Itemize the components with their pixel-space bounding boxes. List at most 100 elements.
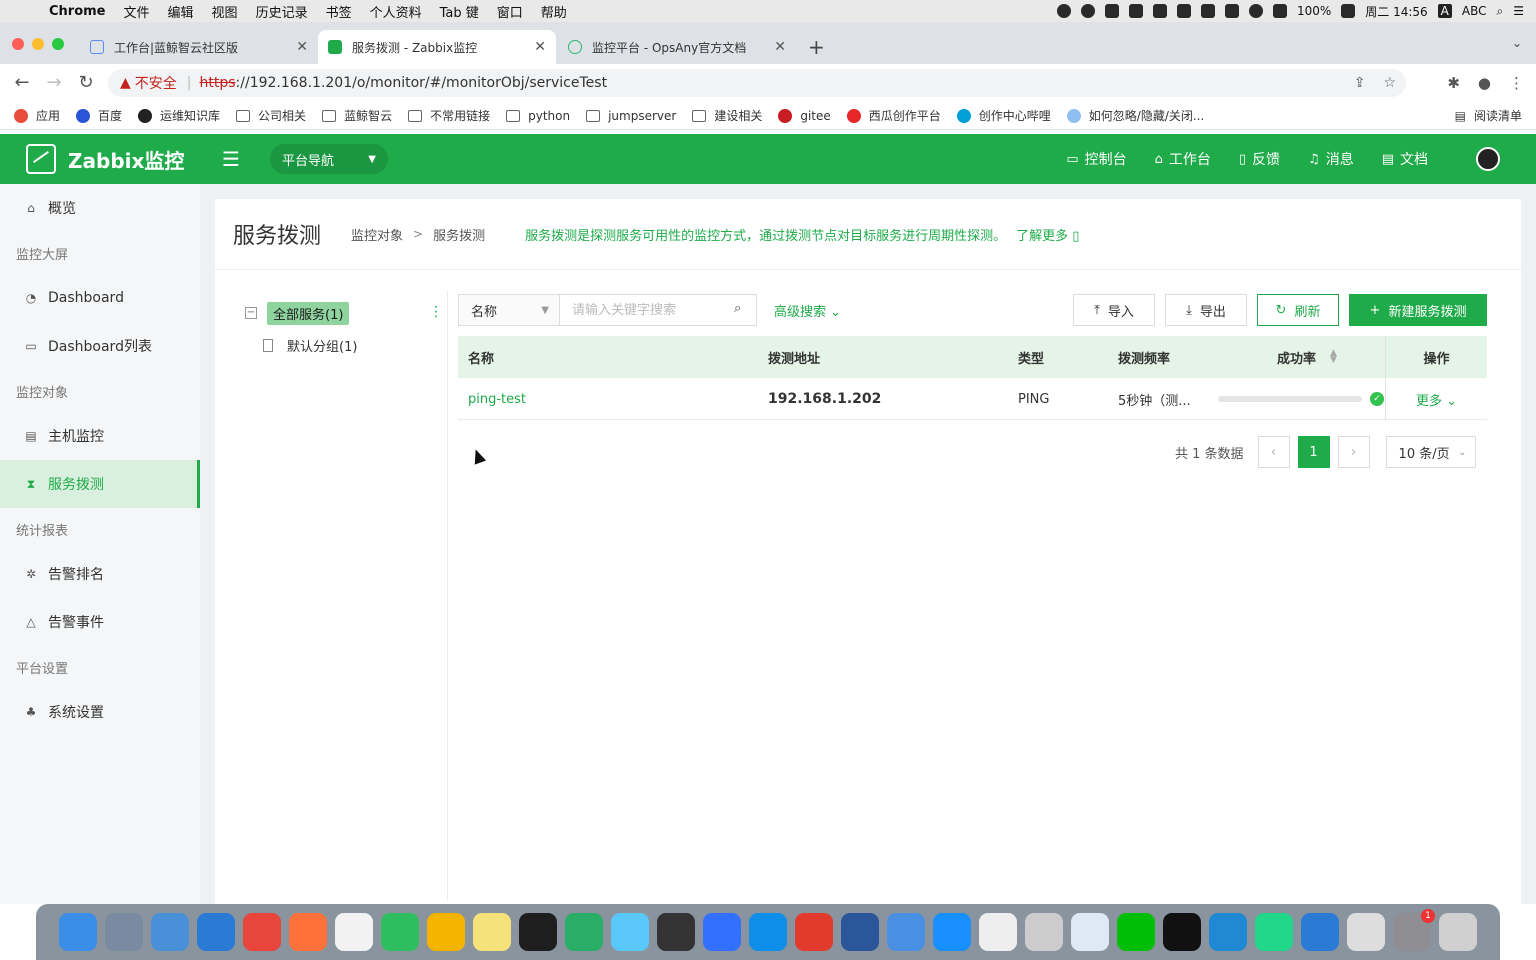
terminal-icon[interactable] (1163, 913, 1201, 951)
snail-icon[interactable] (1025, 913, 1063, 951)
finder-icon[interactable] (59, 913, 97, 951)
sidebar-item[interactable]: ▤ 主机监控 (0, 412, 200, 460)
create-service-test-button[interactable]: + 新建服务拨测 (1349, 294, 1487, 326)
screen-tray-icon[interactable] (1176, 4, 1191, 18)
volume-icon[interactable] (1272, 4, 1287, 18)
bookmark-item[interactable]: 蓝鲸智云 (322, 107, 392, 124)
extensions-icon[interactable]: ✱ (1447, 74, 1460, 92)
pages-icon[interactable] (1347, 913, 1385, 951)
menu-item-tab[interactable]: Tab 键 (431, 2, 488, 21)
bluetooth-icon[interactable] (1224, 4, 1239, 18)
sidebar-item[interactable]: ⧗ 服务拨测 (0, 460, 200, 508)
textedit-icon[interactable] (979, 913, 1017, 951)
reload-button[interactable]: ↻ (70, 72, 102, 93)
app-logo[interactable]: Zabbix监控 (0, 144, 200, 174)
tree-more-icon[interactable]: ⋮ (429, 304, 443, 320)
next-page-button[interactable]: › (1337, 436, 1370, 468)
sidebar-item[interactable]: △ 告警事件 (0, 598, 200, 646)
input-method-letter[interactable]: A (1437, 4, 1452, 18)
spotlight-search-icon[interactable]: ⌕ (1497, 4, 1504, 19)
reading-list-button[interactable]: ▤ 阅读清单 (1455, 107, 1522, 124)
baidu-disk-icon[interactable] (1071, 913, 1109, 951)
header-link-docs[interactable]: ▤ 文档 (1382, 149, 1428, 169)
menu-item-edit[interactable]: 编辑 (159, 2, 203, 21)
bookmark-item[interactable]: 西瓜创作平台 (846, 107, 941, 124)
tab-search-icon[interactable]: ⌄ (1512, 36, 1522, 50)
share-icon[interactable]: ⇪ (1354, 75, 1366, 91)
bookmark-item[interactable]: 不常用链接 (408, 107, 490, 124)
warning-icon[interactable]: ▲ (120, 75, 131, 91)
sidebar-item[interactable]: ◔ Dashboard (0, 274, 200, 322)
collapse-icon[interactable]: − (245, 307, 257, 319)
word-icon[interactable] (841, 913, 879, 951)
browser-tab-3[interactable]: 监控平台 - OpsAny官方文档 ✕ (558, 30, 796, 64)
learn-more-link[interactable]: 了解更多 ▯ (1016, 225, 1079, 244)
search-icon[interactable]: ⌕ (734, 301, 741, 316)
profile-icon[interactable]: ● (1478, 74, 1491, 92)
evernote-icon[interactable] (381, 913, 419, 951)
bookmark-star-icon[interactable]: ☆ (1383, 75, 1396, 91)
close-tab-icon[interactable]: ✕ (534, 39, 546, 55)
bookmark-item[interactable]: 公司相关 (236, 107, 306, 124)
header-link-messages[interactable]: ♫ 消息 (1308, 149, 1354, 169)
close-tab-icon[interactable]: ✕ (296, 39, 308, 55)
menu-item-profile[interactable]: 个人资料 (361, 2, 431, 21)
wechat-icon[interactable] (565, 913, 603, 951)
header-link-workbench[interactable]: ⌂ 工作台 (1155, 149, 1211, 169)
pycharm-icon[interactable] (1255, 913, 1293, 951)
menu-toggle-icon[interactable]: ☰ (222, 147, 246, 171)
service-name-link[interactable]: ping-test (468, 378, 526, 420)
search-input[interactable] (559, 294, 757, 326)
menu-item-file[interactable]: 文件 (115, 2, 159, 21)
memory-tray-icon[interactable] (1200, 4, 1215, 18)
notes-icon[interactable] (473, 913, 511, 951)
advanced-search-toggle[interactable]: 高级搜索 ⌄ (774, 301, 841, 320)
platform-nav-dropdown[interactable]: 平台导航 ▼ (270, 144, 388, 174)
bookmark-item[interactable]: 建设相关 (692, 107, 762, 124)
trash-icon[interactable] (1439, 913, 1477, 951)
import-button[interactable]: ⤒ 导入 (1073, 294, 1155, 326)
column-header-success-rate[interactable]: 成功率 ▲ ▼ (1277, 336, 1337, 378)
messages-icon[interactable] (611, 913, 649, 951)
wifi-icon[interactable] (1248, 4, 1263, 18)
photos-icon[interactable] (427, 913, 465, 951)
dingtalk-icon[interactable] (933, 913, 971, 951)
clock[interactable]: 周二 14:56 (1365, 3, 1427, 20)
bookmark-item[interactable]: 百度 (76, 107, 122, 124)
page-number-button[interactable]: 1 (1297, 436, 1330, 468)
browser-menu-icon[interactable]: ⋮ (1509, 74, 1524, 92)
search-field-select[interactable]: 名称 ▼ (458, 294, 560, 326)
sidebar-item[interactable]: ⌂ 概览 (0, 184, 200, 232)
bookmark-item[interactable]: 运维知识库 (138, 107, 220, 124)
refresh-button[interactable]: ↻ 刷新 (1257, 294, 1339, 326)
zoom-window-button[interactable] (52, 38, 64, 50)
typora-icon[interactable] (335, 913, 373, 951)
wps-icon[interactable] (795, 913, 833, 951)
new-tab-button[interactable]: + (808, 35, 825, 59)
prev-page-button[interactable]: ‹ (1257, 436, 1290, 468)
battery-icon[interactable] (1341, 4, 1356, 18)
sidebar-item[interactable]: ✲ 告警排名 (0, 550, 200, 598)
page-size-select[interactable]: 10 条/页 ⌄ (1385, 436, 1476, 468)
bookmark-item[interactable]: python (506, 109, 570, 123)
tree-root-label[interactable]: 全部服务(1) (267, 301, 350, 325)
firefox-icon[interactable] (289, 913, 327, 951)
vscode-icon[interactable] (1209, 913, 1247, 951)
qq-icon[interactable] (519, 913, 557, 951)
bell-tray-icon[interactable] (1104, 4, 1119, 18)
close-tab-icon[interactable]: ✕ (774, 39, 786, 55)
bookmark-item[interactable]: jumpserver (586, 109, 676, 123)
safari-icon[interactable] (197, 913, 235, 951)
user-avatar[interactable] (1476, 147, 1500, 171)
minimize-window-button[interactable] (32, 38, 44, 50)
insecure-label[interactable]: 不安全 (135, 73, 177, 93)
menu-item-window[interactable]: 窗口 (488, 2, 532, 21)
chrome-icon[interactable] (243, 913, 281, 951)
tree-node[interactable]: 默认分组(1) (245, 332, 435, 358)
bookmark-item[interactable]: 应用 (14, 107, 60, 124)
control-center-icon[interactable]: ☰ (1513, 4, 1524, 18)
input-method[interactable]: ABC (1462, 4, 1487, 18)
headset-tray-icon[interactable] (1128, 4, 1143, 18)
qq-tray-icon[interactable] (1080, 4, 1095, 18)
netease-icon[interactable] (151, 913, 189, 951)
